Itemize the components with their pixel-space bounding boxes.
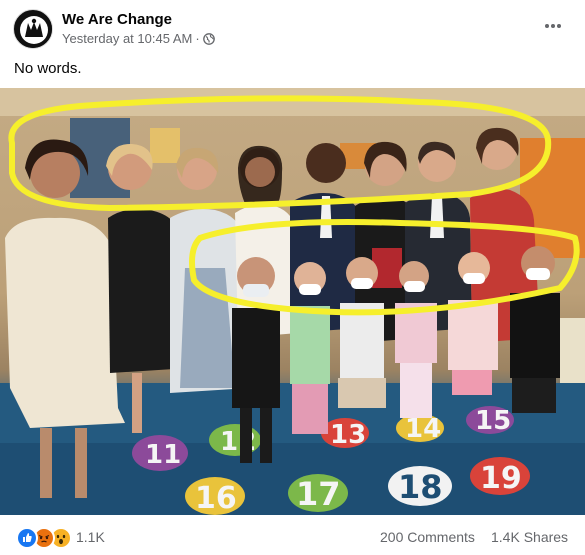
rug-number: 14: [405, 414, 441, 444]
rug-number: 13: [330, 420, 366, 450]
globe-icon[interactable]: [202, 32, 215, 45]
comments-count[interactable]: 200 Comments: [380, 529, 475, 545]
post-caption: No words.: [14, 60, 82, 77]
shares-count[interactable]: 1.4K Shares: [491, 529, 568, 545]
photo-illustration: 11 12 13 14 15 16 17 18 19: [0, 88, 585, 515]
reaction-count[interactable]: 1.1K: [76, 529, 105, 545]
meta-separator: ·: [195, 31, 200, 46]
post-photo[interactable]: 11 12 13 14 15 16 17 18 19: [0, 88, 585, 515]
poster: [150, 128, 180, 163]
rug-number: 15: [475, 406, 511, 436]
post-footer: 1.1K 200 Comments 1.4K Shares: [0, 515, 585, 555]
page-name[interactable]: We Are Change: [62, 11, 172, 28]
rug-number: 19: [480, 461, 522, 496]
ellipsis-icon[interactable]: [543, 16, 563, 36]
rug-number: 17: [296, 475, 341, 513]
rug-number: 16: [195, 481, 237, 515]
rug-number: 11: [145, 440, 181, 470]
post-timestamp[interactable]: Yesterday at 10:45 AM: [62, 31, 192, 46]
rug-number: 18: [398, 468, 443, 506]
post-header: We Are Change Yesterday at 10:45 AM ·: [0, 0, 585, 52]
page-avatar[interactable]: [13, 9, 53, 49]
post-meta: Yesterday at 10:45 AM ·: [62, 31, 215, 46]
reaction-icons[interactable]: [16, 527, 72, 549]
like-icon: [16, 527, 38, 549]
